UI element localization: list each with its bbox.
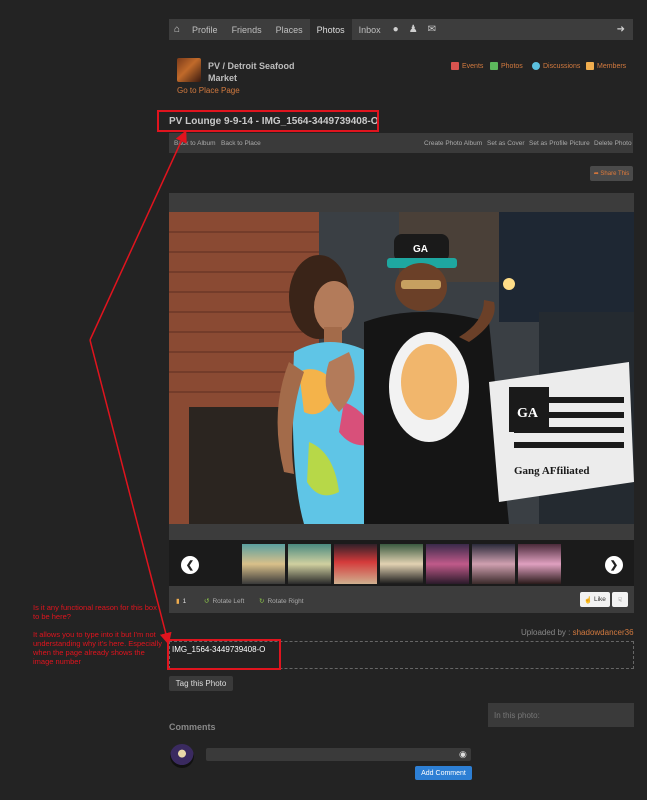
rotate-right-button[interactable]: ↻ Rotate Right bbox=[259, 590, 304, 612]
members-icon bbox=[586, 62, 594, 70]
discussions-label: Discussions bbox=[543, 62, 581, 70]
rotate-right-icon: ↻ bbox=[259, 598, 265, 605]
back-to-place-link[interactable]: Back to Place bbox=[221, 133, 261, 153]
laptop-logo-text: GA bbox=[517, 406, 539, 421]
bar-chart-icon: ▮ bbox=[176, 598, 180, 605]
arrow-to-caption bbox=[89, 339, 172, 645]
events-label: Events bbox=[462, 62, 484, 70]
back-to-album-link[interactable]: Back to Album bbox=[174, 133, 216, 153]
stats-count: 1 bbox=[182, 597, 187, 605]
place-name[interactable]: PV / Detroit Seafood Market bbox=[208, 60, 308, 84]
rotate-left-icon: ↺ bbox=[204, 598, 210, 605]
chat-icon bbox=[532, 62, 540, 70]
uploader-link[interactable]: shadowdancer36 bbox=[573, 628, 634, 637]
members-link[interactable]: Members bbox=[586, 62, 626, 70]
like-label: Like bbox=[593, 596, 606, 603]
annotation-question: Is it any functional reason for this box… bbox=[33, 603, 157, 621]
next-photo-button[interactable]: ❯ bbox=[605, 556, 623, 574]
annotation-box-title bbox=[157, 110, 379, 132]
rotate-right-label: Rotate Right bbox=[267, 597, 304, 605]
comment-input[interactable] bbox=[206, 748, 471, 761]
place-thumbnail[interactable] bbox=[177, 58, 201, 82]
top-nav: ⌂ Profile Friends Places Photos Inbox ● … bbox=[169, 19, 633, 40]
chevron-left-icon: ❮ bbox=[185, 559, 195, 571]
delete-photo-link[interactable]: Delete Photo bbox=[594, 133, 632, 153]
uploaded-prefix: Uploaded by : bbox=[521, 628, 571, 637]
thumbs-up-icon: ☝ bbox=[584, 596, 594, 604]
avatar[interactable] bbox=[170, 744, 194, 768]
annotation-explanation: It allows you to type into it but I'm no… bbox=[33, 630, 163, 666]
camera-icon[interactable]: ◉ bbox=[459, 749, 467, 760]
chevron-right-icon: ❯ bbox=[609, 559, 619, 571]
nav-inbox[interactable]: Inbox bbox=[352, 19, 388, 40]
members-label: Members bbox=[597, 62, 627, 70]
thumbnail[interactable] bbox=[518, 544, 561, 584]
events-link[interactable]: Events bbox=[451, 62, 483, 70]
dislike-button[interactable]: ☟ bbox=[612, 592, 628, 607]
discussions-link[interactable]: Discussions bbox=[532, 62, 580, 70]
photos-label: Photos bbox=[501, 62, 523, 70]
rotate-left-label: Rotate Left bbox=[212, 597, 245, 605]
create-album-link[interactable]: Create Photo Album bbox=[424, 133, 482, 153]
laptop-caption-text: Gang AFfiliated bbox=[514, 465, 589, 477]
stats-button[interactable]: ▮ 1 bbox=[176, 590, 186, 612]
set-profile-picture-link[interactable]: Set as Profile Picture bbox=[529, 133, 590, 153]
prev-photo-button[interactable]: ❮ bbox=[181, 556, 199, 574]
photo-toolbar: Back to Album Back to Place Create Photo… bbox=[169, 133, 633, 153]
thumbnail[interactable] bbox=[472, 544, 515, 584]
home-icon[interactable]: ⌂ bbox=[169, 19, 185, 40]
share-label: Share This bbox=[600, 170, 630, 177]
logout-icon[interactable]: ➜ bbox=[612, 19, 633, 40]
thumbs-down-icon: ☟ bbox=[618, 596, 622, 604]
uploaded-by: Uploaded by : shadowdancer36 bbox=[521, 628, 634, 637]
calendar-icon bbox=[451, 62, 459, 70]
comments-header: Comments bbox=[169, 722, 216, 732]
photo-icon bbox=[490, 62, 498, 70]
thumbnail[interactable] bbox=[334, 544, 377, 584]
main-photo[interactable]: GA GA Gang AFfiliated bbox=[169, 212, 634, 524]
user-icon[interactable]: ♟ bbox=[404, 19, 423, 40]
share-icon: ➦ bbox=[593, 171, 601, 177]
thumbnail[interactable] bbox=[380, 544, 423, 584]
share-button[interactable]: ➦ Share This bbox=[590, 166, 633, 181]
add-comment-button[interactable]: Add Comment bbox=[415, 766, 472, 780]
nav-photos[interactable]: Photos bbox=[309, 19, 352, 40]
nav-places[interactable]: Places bbox=[269, 19, 310, 40]
nav-profile[interactable]: Profile bbox=[185, 19, 225, 40]
in-this-photo-panel: In this photo: bbox=[488, 703, 634, 727]
hat-logo-text: GA bbox=[413, 244, 428, 255]
thumbnail[interactable] bbox=[288, 544, 331, 584]
mail-icon[interactable]: ✉ bbox=[423, 19, 441, 40]
annotation-note: Is it any functional reason for this box… bbox=[33, 603, 163, 675]
like-button[interactable]: ☝ Like bbox=[580, 592, 610, 607]
set-cover-link[interactable]: Set as Cover bbox=[487, 133, 525, 153]
rotate-left-button[interactable]: ↺ Rotate Left bbox=[204, 590, 244, 612]
goto-place-link[interactable]: Go to Place Page bbox=[177, 86, 240, 95]
tag-photo-button[interactable]: Tag this Photo bbox=[169, 676, 233, 691]
thumbnail[interactable] bbox=[426, 544, 469, 584]
globe-icon[interactable]: ● bbox=[388, 19, 404, 40]
nav-friends[interactable]: Friends bbox=[225, 19, 269, 40]
thumbnail[interactable] bbox=[242, 544, 285, 584]
photos-link[interactable]: Photos bbox=[490, 62, 523, 70]
annotation-box-caption bbox=[167, 639, 281, 670]
